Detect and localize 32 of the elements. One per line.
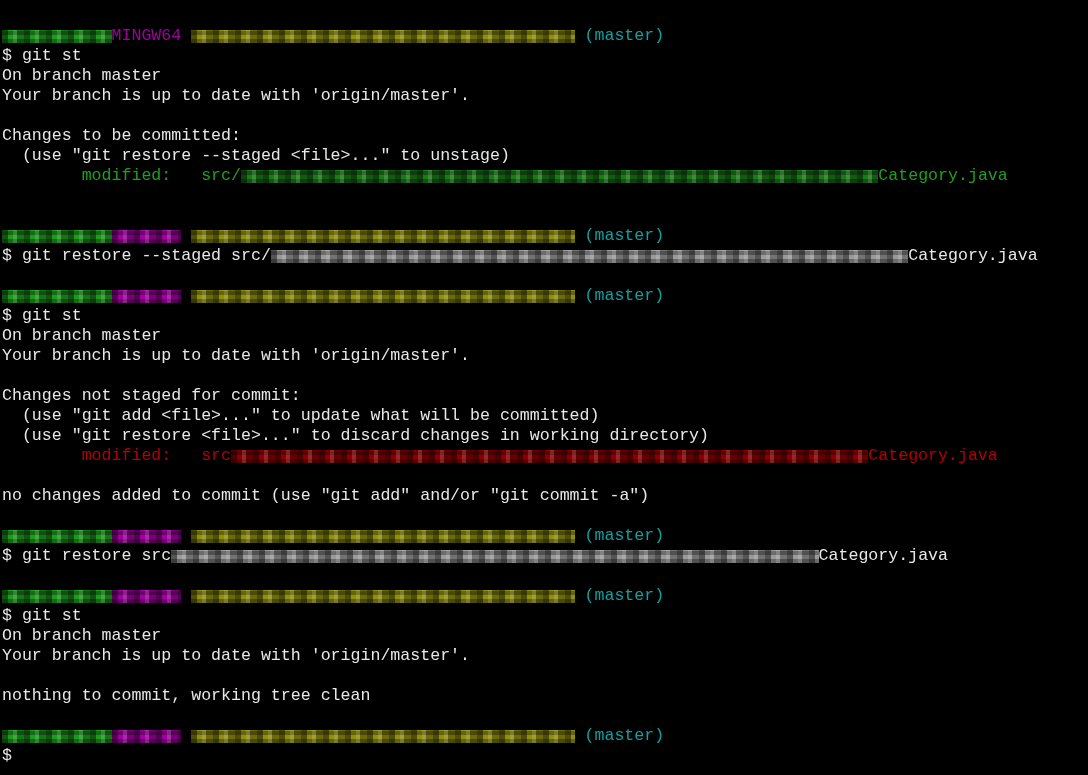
terminal-text: $ git restore src bbox=[2, 546, 172, 566]
terminal-text: On branch master bbox=[2, 66, 162, 86]
terminal-text: Category.java bbox=[908, 246, 1038, 266]
terminal-text: (use "git restore --staged <file>..." to unstage) bbox=[20, 146, 510, 166]
terminal-text: (master) bbox=[583, 526, 665, 546]
terminal-text: $ git st bbox=[2, 306, 82, 326]
terminal-text: On branch master bbox=[2, 626, 162, 646]
terminal-text: nothing to commit, working tree clean bbox=[2, 686, 371, 706]
terminal-text: Changes not staged for commit: bbox=[2, 386, 301, 406]
terminal-text: $ git st bbox=[2, 46, 82, 66]
terminal-text: Your branch is up to date with 'origin/master'. bbox=[2, 346, 471, 366]
terminal-text: (master) bbox=[583, 226, 665, 246]
terminal-text: (master) bbox=[583, 26, 665, 46]
terminal-text: Category.java bbox=[818, 546, 948, 566]
terminal-text: Your branch is up to date with 'origin/master'. bbox=[2, 86, 471, 106]
terminal-text: modified: src/ bbox=[80, 166, 241, 186]
terminal-text: (master) bbox=[583, 726, 665, 746]
terminal-text: (use "git restore <file>..." to discard changes in working directory) bbox=[20, 426, 709, 446]
terminal-text: no changes added to commit (use "git add" and/or "git commit -a") bbox=[2, 486, 650, 506]
terminal-text: $ bbox=[2, 746, 12, 766]
terminal-text: Category.java bbox=[868, 446, 998, 466]
terminal-text: Category.java bbox=[878, 166, 1008, 186]
terminal-text: Changes to be committed: bbox=[2, 126, 241, 146]
terminal-text: $ git restore --staged src/ bbox=[2, 246, 271, 266]
terminal-text: (master) bbox=[583, 286, 665, 306]
terminal-text: (master) bbox=[583, 586, 665, 606]
terminal-text: $ git st bbox=[2, 606, 82, 626]
terminal-text: modified: src bbox=[80, 446, 232, 466]
terminal-text: Your branch is up to date with 'origin/master'. bbox=[2, 646, 471, 666]
terminal-text: MINGW64 bbox=[111, 26, 182, 46]
terminal-text: (use "git add <file>..." to update what will be committed) bbox=[20, 406, 600, 426]
terminal-text: On branch master bbox=[2, 326, 162, 346]
